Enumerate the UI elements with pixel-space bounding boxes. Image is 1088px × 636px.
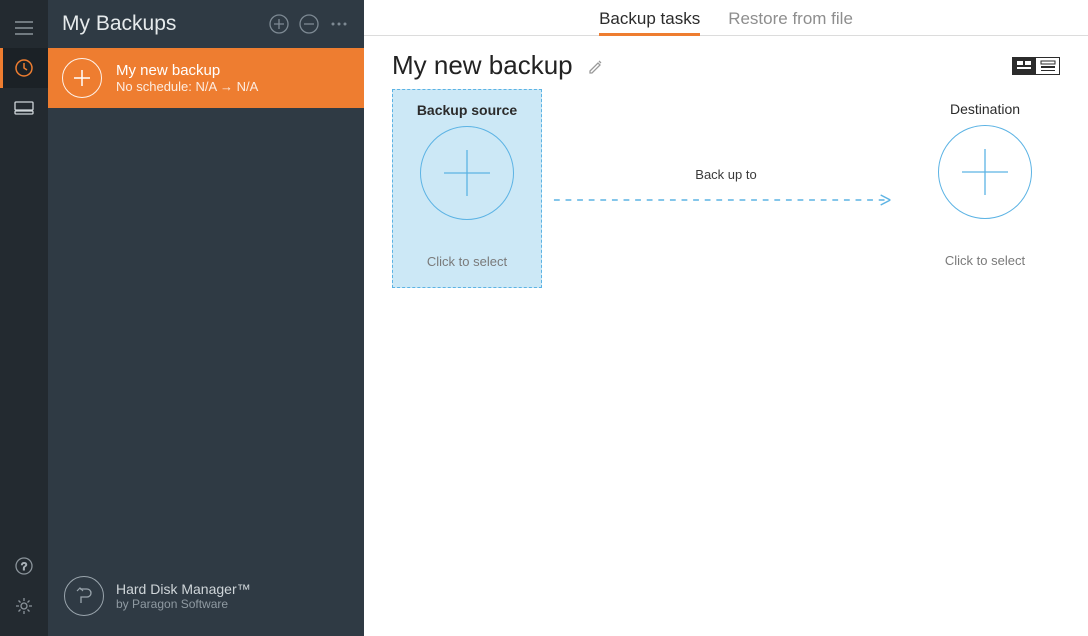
sidebar-title: My Backups bbox=[62, 12, 268, 36]
rail-active-indicator bbox=[0, 48, 3, 88]
source-hint: Click to select bbox=[401, 254, 533, 269]
more-icon[interactable] bbox=[328, 13, 350, 35]
backup-history-icon[interactable] bbox=[0, 48, 48, 88]
destination-hint: Click to select bbox=[918, 253, 1052, 268]
backup-item-subtitle: No schedule: N/A → N/A bbox=[116, 79, 258, 94]
svg-text:?: ? bbox=[21, 561, 27, 573]
sidebar-footer[interactable]: Hard Disk Manager™ by Paragon Software bbox=[48, 562, 364, 636]
page-title: My new backup bbox=[392, 50, 573, 81]
destination-title: Destination bbox=[918, 101, 1052, 117]
source-plus-icon bbox=[420, 126, 514, 220]
backup-list-item[interactable]: My new backup No schedule: N/A → N/A bbox=[48, 48, 364, 108]
backup-item-plus-icon bbox=[62, 58, 102, 98]
disk-icon[interactable] bbox=[0, 88, 48, 128]
menu-icon[interactable] bbox=[0, 8, 48, 48]
view-list-icon[interactable] bbox=[1036, 57, 1060, 75]
settings-icon[interactable] bbox=[0, 586, 48, 626]
tabs: Backup tasks Restore from file bbox=[364, 0, 1088, 36]
sidebar: My Backups My new backup No schedule: N/… bbox=[48, 0, 364, 636]
product-icon bbox=[64, 576, 104, 616]
product-name: Hard Disk Manager™ bbox=[116, 581, 251, 597]
view-cards-icon[interactable] bbox=[1012, 57, 1036, 75]
backup-source-card[interactable]: Backup source Click to select bbox=[392, 89, 542, 288]
destination-plus-icon bbox=[938, 125, 1032, 219]
edit-name-icon[interactable] bbox=[587, 57, 605, 75]
destination-card[interactable]: Destination Click to select bbox=[910, 89, 1060, 286]
product-vendor: by Paragon Software bbox=[116, 597, 251, 611]
arrow-icon bbox=[552, 192, 900, 208]
tab-backup-tasks[interactable]: Backup tasks bbox=[599, 9, 700, 35]
add-backup-icon[interactable] bbox=[268, 13, 290, 35]
tab-restore-from-file[interactable]: Restore from file bbox=[728, 9, 853, 35]
arrow-label: Back up to bbox=[695, 167, 756, 182]
remove-backup-icon[interactable] bbox=[298, 13, 320, 35]
help-icon[interactable]: ? bbox=[0, 546, 48, 586]
source-title: Backup source bbox=[401, 102, 533, 118]
arrow-area: Back up to bbox=[542, 95, 910, 280]
backup-item-title: My new backup bbox=[116, 62, 258, 79]
